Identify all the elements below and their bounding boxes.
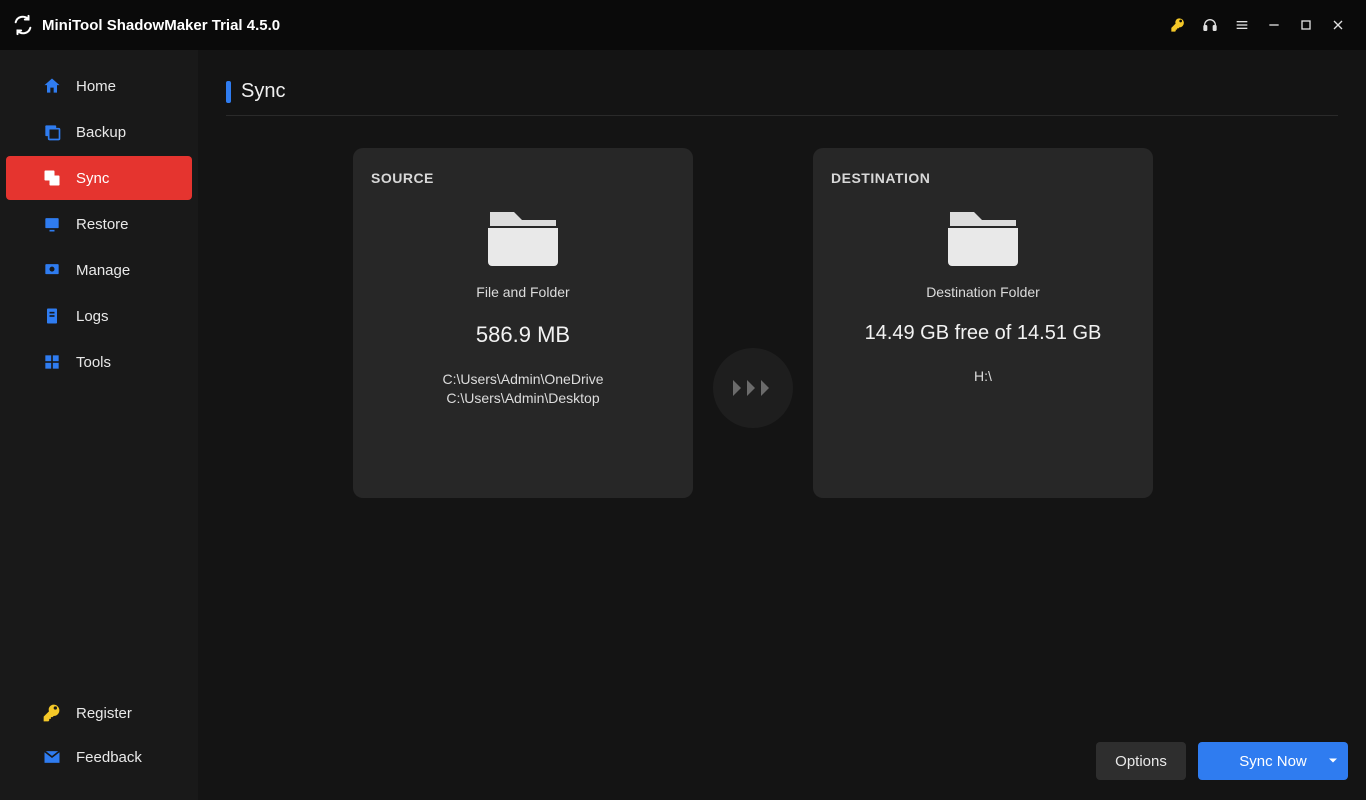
folder-icon (944, 204, 1022, 266)
source-path-2: C:\Users\Admin\Desktop (371, 389, 675, 408)
sync-icon (42, 168, 62, 188)
sidebar-item-label: Sync (76, 170, 109, 187)
source-title: File and Folder (371, 284, 675, 300)
sidebar-register[interactable]: Register (6, 692, 192, 734)
key-icon (42, 703, 62, 723)
restore-icon (42, 214, 62, 234)
titlebar-menu-button[interactable] (1226, 9, 1258, 41)
sidebar-item-label: Manage (76, 262, 130, 279)
titlebar-close-button[interactable] (1322, 9, 1354, 41)
arrow-separator-icon (713, 348, 793, 428)
source-path-1: C:\Users\Admin\OneDrive (371, 370, 675, 389)
sidebar-item-home[interactable]: Home (6, 64, 192, 108)
heading-divider (226, 115, 1338, 116)
manage-icon (42, 260, 62, 280)
sidebar-item-label: Tools (76, 354, 111, 371)
sidebar-item-manage[interactable]: Manage (6, 248, 192, 292)
source-size: 586.9 MB (371, 322, 675, 348)
tools-icon (42, 352, 62, 372)
heading-accent (226, 81, 231, 103)
logs-icon (42, 306, 62, 326)
sync-now-label: Sync Now (1239, 753, 1307, 770)
mail-icon (42, 747, 62, 767)
app-title: MiniTool ShadowMaker Trial 4.5.0 (42, 17, 280, 34)
destination-card[interactable]: DESTINATION Destination Folder 14.49 GB … (813, 148, 1153, 498)
titlebar-headset-button[interactable] (1194, 9, 1226, 41)
sidebar-item-logs[interactable]: Logs (6, 294, 192, 338)
destination-title: Destination Folder (831, 284, 1135, 300)
sidebar-register-label: Register (76, 705, 132, 722)
destination-path: H:\ (831, 367, 1135, 386)
destination-heading: DESTINATION (831, 170, 1135, 186)
titlebar-maximize-button[interactable] (1290, 9, 1322, 41)
sidebar-item-restore[interactable]: Restore (6, 202, 192, 246)
sidebar-item-backup[interactable]: Backup (6, 110, 192, 154)
title-bar: MiniTool ShadowMaker Trial 4.5.0 (0, 0, 1366, 50)
page-title: Sync (241, 80, 285, 103)
options-button[interactable]: Options (1096, 742, 1186, 780)
chevron-down-icon (1328, 753, 1338, 770)
destination-space: 14.49 GB free of 14.51 GB (831, 322, 1135, 345)
home-icon (42, 76, 62, 96)
sidebar: Home Backup Sync Restore (0, 50, 198, 800)
sidebar-feedback-label: Feedback (76, 749, 142, 766)
sidebar-item-label: Home (76, 78, 116, 95)
backup-icon (42, 122, 62, 142)
sidebar-item-label: Logs (76, 308, 109, 325)
sidebar-item-sync[interactable]: Sync (6, 156, 192, 200)
sidebar-feedback[interactable]: Feedback (6, 736, 192, 778)
source-card[interactable]: SOURCE File and Folder 586.9 MB C:\Users… (353, 148, 693, 498)
sidebar-item-label: Restore (76, 216, 129, 233)
sidebar-item-tools[interactable]: Tools (6, 340, 192, 384)
sync-now-button[interactable]: Sync Now (1198, 742, 1348, 780)
titlebar-key-button[interactable] (1162, 9, 1194, 41)
folder-icon (484, 204, 562, 266)
main-content: Sync SOURCE File and Folder 586.9 MB C:\… (198, 50, 1366, 800)
titlebar-minimize-button[interactable] (1258, 9, 1290, 41)
sidebar-item-label: Backup (76, 124, 126, 141)
source-heading: SOURCE (371, 170, 675, 186)
app-logo-icon (12, 14, 34, 36)
